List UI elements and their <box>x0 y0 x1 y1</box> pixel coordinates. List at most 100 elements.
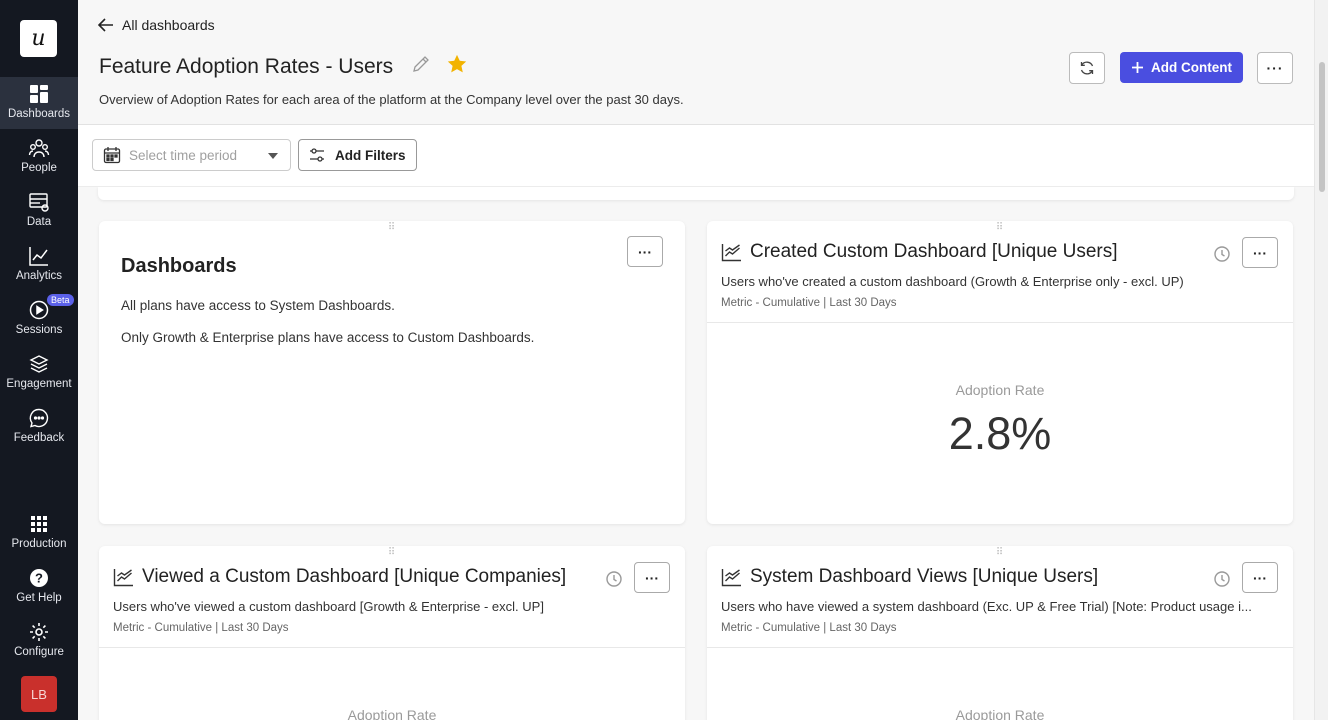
ellipsis-icon: ··· <box>645 569 659 586</box>
clock-icon[interactable] <box>605 570 623 588</box>
card-subtitle: Users who've created a custom dashboard … <box>721 274 1184 289</box>
text-card-paragraph: Only Growth & Enterprise plans have acce… <box>121 330 535 345</box>
drag-handle-icon[interactable]: ⠿ <box>996 548 1004 558</box>
feedback-icon <box>29 408 49 428</box>
sidebar-item-people[interactable]: People <box>0 131 78 183</box>
back-link-label: All dashboards <box>122 17 215 33</box>
page-description: Overview of Adoption Rates for each area… <box>99 92 684 107</box>
metric-card: ⠿ Viewed a Custom Dashboard [Unique Comp… <box>99 546 685 720</box>
add-filters-label: Add Filters <box>335 147 406 163</box>
card-subtitle: Users who have viewed a system dashboard… <box>721 599 1252 614</box>
text-card-paragraph: All plans have access to System Dashboar… <box>121 298 395 313</box>
drag-handle-icon[interactable]: ⠿ <box>388 223 396 233</box>
app-logo[interactable]: u <box>20 20 57 57</box>
grid-icon <box>31 516 47 532</box>
arrow-left-icon <box>98 18 113 32</box>
sidebar-item-production[interactable]: Production <box>0 507 78 559</box>
svg-text:?: ? <box>35 571 43 586</box>
card-meta: Metric - Cumulative | Last 30 Days <box>113 622 289 634</box>
star-icon[interactable] <box>446 53 468 75</box>
back-link[interactable]: All dashboards <box>98 17 215 33</box>
sidebar-item-analytics[interactable]: Analytics <box>0 239 78 291</box>
card-title: Created Custom Dashboard [Unique Users] <box>750 241 1118 262</box>
sidebar-item-sessions[interactable]: Beta Sessions <box>0 293 78 345</box>
card-header: Viewed a Custom Dashboard [Unique Compan… <box>113 566 566 588</box>
text-card-title: Dashboards <box>121 255 237 277</box>
sidebar-item-label: Dashboards <box>7 108 70 120</box>
metric-value: 2.8% <box>948 408 1052 459</box>
card-meta: Metric - Cumulative | Last 30 Days <box>721 622 897 634</box>
clock-icon[interactable] <box>1213 570 1231 588</box>
sidebar: u Dashboards People Data Analytics Beta … <box>0 0 78 720</box>
metric-chart-icon <box>113 568 133 586</box>
metric-label: Adoption Rate <box>347 707 437 720</box>
ellipsis-icon: ··· <box>638 243 652 260</box>
card-more-button[interactable]: ··· <box>627 236 663 267</box>
ellipsis-icon: ··· <box>1253 244 1267 261</box>
card-subtitle: Users who've viewed a custom dashboard [… <box>113 599 544 614</box>
sidebar-item-feedback[interactable]: Feedback <box>0 401 78 453</box>
sidebar-item-engagement[interactable]: Engagement <box>0 347 78 399</box>
card-more-button[interactable]: ··· <box>634 562 670 593</box>
user-avatar[interactable]: LB <box>21 676 57 712</box>
refresh-button[interactable] <box>1069 52 1105 84</box>
ellipsis-icon: ··· <box>1253 569 1267 586</box>
sidebar-item-label: Feedback <box>13 432 65 444</box>
metric-chart-icon <box>721 568 741 586</box>
clock-icon[interactable] <box>1213 245 1231 263</box>
scrollbar[interactable] <box>1314 0 1328 720</box>
add-content-button[interactable]: Add Content <box>1120 52 1243 83</box>
card-header: System Dashboard Views [Unique Users] <box>721 566 1098 588</box>
card-divider <box>707 647 1293 648</box>
help-icon: ? <box>30 569 48 587</box>
filter-bar: Select time period Add Filters <box>78 125 1314 187</box>
sidebar-item-label: Analytics <box>15 270 63 282</box>
dashboard-content: ⠿ ··· Dashboards All plans have access t… <box>78 187 1314 720</box>
sidebar-item-dashboards[interactable]: Dashboards <box>0 77 78 129</box>
sidebar-item-label: Data <box>26 216 52 228</box>
data-icon <box>29 193 49 212</box>
gear-icon <box>30 623 48 641</box>
add-content-label: Add Content <box>1151 60 1232 75</box>
sliders-icon <box>310 148 324 162</box>
card-more-button[interactable]: ··· <box>1242 237 1278 268</box>
sidebar-item-label: Get Help <box>16 592 62 604</box>
page-header: All dashboards Feature Adoption Rates - … <box>78 0 1314 125</box>
time-period-select[interactable]: Select time period <box>92 139 291 171</box>
calendar-icon <box>103 147 121 164</box>
analytics-icon <box>29 247 48 266</box>
sidebar-item-label: Configure <box>14 646 64 658</box>
drag-handle-icon[interactable]: ⠿ <box>996 223 1004 233</box>
scrollbar-thumb[interactable] <box>1319 62 1325 192</box>
more-options-button[interactable]: ··· <box>1257 52 1293 84</box>
card-partial-top <box>98 187 1294 200</box>
card-divider <box>99 647 685 648</box>
sidebar-item-label: Sessions <box>15 324 63 336</box>
metric-label: Adoption Rate <box>955 707 1045 720</box>
time-period-placeholder: Select time period <box>129 147 238 163</box>
drag-handle-icon[interactable]: ⠿ <box>388 548 396 558</box>
sidebar-item-label: Production <box>11 538 67 550</box>
sidebar-item-label: People <box>21 162 57 174</box>
metric-card: ⠿ Created Custom Dashboard [Unique Users… <box>707 221 1293 524</box>
people-icon <box>28 139 50 158</box>
add-filters-button[interactable]: Add Filters <box>298 139 417 171</box>
sidebar-item-data[interactable]: Data <box>0 185 78 237</box>
sidebar-item-get-help[interactable]: ? Get Help <box>0 561 78 613</box>
card-header: Created Custom Dashboard [Unique Users] <box>721 241 1118 263</box>
pencil-icon[interactable] <box>411 54 431 74</box>
ellipsis-icon: ··· <box>1266 60 1284 76</box>
metric-chart-icon <box>721 243 741 261</box>
plus-icon <box>1132 62 1143 73</box>
page-title: Feature Adoption Rates - Users <box>99 55 394 78</box>
sidebar-item-label: Engagement <box>6 378 72 390</box>
refresh-icon <box>1080 61 1094 75</box>
dashboards-icon <box>30 85 48 103</box>
metric-label: Adoption Rate <box>955 382 1045 398</box>
card-divider <box>707 322 1293 323</box>
card-title: System Dashboard Views [Unique Users] <box>750 566 1099 587</box>
engagement-icon <box>29 355 49 373</box>
card-more-button[interactable]: ··· <box>1242 562 1278 593</box>
caret-down-icon <box>268 153 278 159</box>
sidebar-item-configure[interactable]: Configure <box>0 615 78 667</box>
